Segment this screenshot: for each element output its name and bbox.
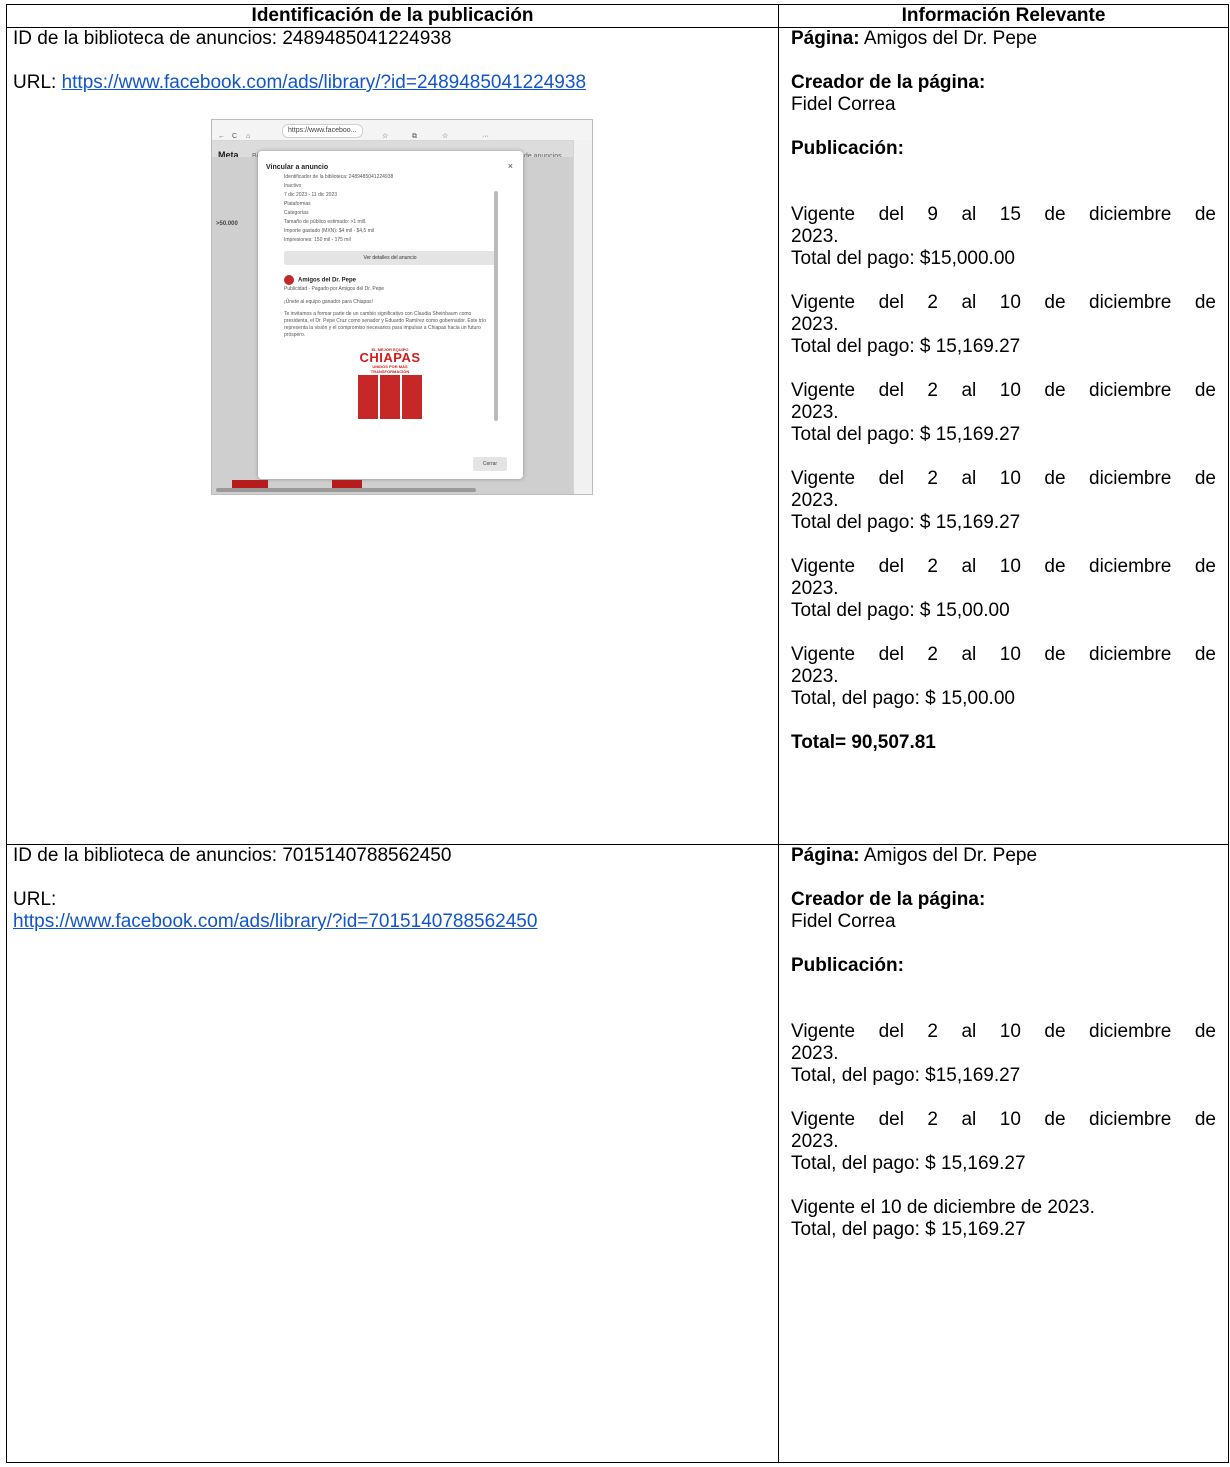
bg-count: >50.000 (216, 221, 238, 227)
url-label: URL: (13, 889, 57, 910)
creador-value: Fidel Correa (791, 94, 896, 115)
pagina-line: Página: Amigos del Dr. Pepe (791, 28, 1216, 50)
ad-library-link[interactable]: https://www.facebook.com/ads/library/?id… (13, 911, 537, 932)
platforms: Plataformas (284, 201, 311, 207)
pagina-label: Página: (791, 28, 860, 49)
poster-sub: UNIDOS POR MÁS TRANSFORMACIÓN (370, 364, 410, 375)
identification-cell: ID de la biblioteca de anuncios: 7015140… (6, 844, 779, 1463)
ad-header: Amigos del Dr. Pepe (284, 275, 496, 285)
info-cell: Página: Amigos del Dr. Pepe Creador de l… (778, 844, 1229, 1463)
entry-total: Total del pago: $ 15,00.00 (791, 600, 1010, 621)
library-id: ID de la biblioteca de anuncios: 2489485… (13, 28, 452, 49)
dates: 7 dic 2023 - 11 dic 2023 (284, 192, 338, 198)
entry-total: Total del pago: $ 15,169.27 (791, 336, 1021, 357)
entry-total: Total, del pago: $ 15,00.00 (791, 688, 1015, 709)
modal-scrollbar (494, 191, 498, 421)
info-cell: Página: Amigos del Dr. Pepe Creador de l… (778, 27, 1229, 845)
bg-red-block (232, 480, 268, 488)
impressions: Impresiones: 150 mil - 175 mil (284, 237, 351, 243)
entry-year: 2023. (791, 578, 839, 599)
browser-sidebar (573, 140, 592, 494)
close-icon: × (507, 161, 513, 171)
entry-year: 2023. (791, 490, 839, 511)
entry-vigente: Vigente del 2 al 10 de diciembre de (791, 644, 1216, 665)
table-row: ID de la biblioteca de anuncios: 2489485… (6, 27, 1229, 845)
creador-label: Creador de la página: (791, 889, 986, 910)
document-table: Identificación de la publicación Informa… (6, 4, 1229, 1463)
spent: Importe gastado (MXN): $4 mil - $4,5 mil (284, 228, 375, 234)
modal-content: Identificador de la biblioteca: 24894850… (284, 173, 496, 443)
entry-vigente: Vigente del 2 al 10 de diciembre de (791, 1021, 1216, 1042)
status: Inactivo (284, 183, 302, 189)
entry-year: 2023. (791, 1043, 839, 1064)
header-informacion: Información Relevante (778, 4, 1229, 28)
entry-year: 2023. (791, 226, 839, 247)
publicacion-label: Publicación: (791, 138, 904, 159)
audience: Tamaño de público estimado: >1 mill. (284, 219, 367, 225)
campaign-poster: EL MEJOR EQUIPO CHIAPAS UNIDOS POR MÁS T… (356, 347, 424, 420)
entry-vigente: Vigente el 10 de diciembre de 2023. (791, 1197, 1095, 1218)
grand-total: Total= 90,507.81 (791, 732, 936, 753)
entry-year: 2023. (791, 666, 839, 687)
url-label: URL: (13, 72, 57, 93)
pagina-value: Amigos del Dr. Pepe (863, 845, 1038, 866)
entry-total: Total del pago: $ 15,169.27 (791, 512, 1021, 533)
url-bar: https://www.faceboo... (282, 124, 363, 138)
entry-vigente: Vigente del 2 al 10 de diciembre de (791, 292, 1216, 313)
pagina-label: Página: (791, 845, 860, 866)
categories: Categorías (284, 210, 309, 216)
header-row: Identificación de la publicación Informa… (6, 4, 1229, 28)
entry-vigente: Vigente del 2 al 10 de diciembre de (791, 468, 1216, 489)
entry-total: Total del pago: $ 15,169.27 (791, 424, 1021, 445)
creador-value: Fidel Correa (791, 911, 896, 932)
details-button: Ver detalles del anuncio (284, 251, 496, 265)
bg-red-block (332, 480, 362, 488)
entry-total: Total, del pago: $ 15,169.27 (791, 1219, 1026, 1240)
table-row: ID de la biblioteca de anuncios: 7015140… (6, 844, 1229, 1463)
poster-title: CHIAPAS (359, 350, 421, 366)
browser-toolbar: ← C ⌂ https://www.faceboo... ☆ ⧉ ☆ ··· (212, 120, 592, 141)
url-line: URL: https://www.facebook.com/ads/librar… (13, 72, 772, 94)
horizontal-scrollbar (216, 488, 476, 492)
library-id: ID de la biblioteca de anuncios: 7015140… (13, 845, 452, 866)
ad-library-link[interactable]: https://www.facebook.com/ads/library/?id… (62, 72, 586, 93)
ad-page-name: Amigos del Dr. Pepe (298, 277, 357, 284)
entry-year: 2023. (791, 314, 839, 335)
ad-sub: Publicidad · Pagado por Amigos del Dr. P… (284, 286, 385, 293)
entry-total: Total, del pago: $ 15,169.27 (791, 1153, 1026, 1174)
ad-body: Te invitamos a formar parte de un cambio… (284, 311, 487, 339)
close-button: Cerrar (473, 457, 507, 471)
entry-vigente: Vigente del 2 al 10 de diciembre de (791, 1109, 1216, 1130)
header-identificacion: Identificación de la publicación (6, 4, 779, 28)
entry-vigente: Vigente del 2 al 10 de diciembre de (791, 380, 1216, 401)
identification-cell: ID de la biblioteca de anuncios: 2489485… (6, 27, 779, 845)
avatar (284, 275, 294, 285)
entry-vigente: Vigente del 9 al 15 de diciembre de (791, 204, 1216, 225)
candidates-image (358, 375, 422, 420)
entry-total: Total del pago: $15,000.00 (791, 248, 1015, 269)
entry-vigente: Vigente del 2 al 10 de diciembre de (791, 556, 1216, 577)
entry-total: Total, del pago: $15,169.27 (791, 1065, 1021, 1086)
ad-screenshot: ← C ⌂ https://www.faceboo... ☆ ⧉ ☆ ··· M… (211, 119, 593, 495)
entry-year: 2023. (791, 1131, 839, 1152)
pagina-value: Amigos del Dr. Pepe (863, 28, 1038, 49)
ad-question: ¡Únete al equipo ganador para Chiapas! (284, 299, 373, 306)
entry-year: 2023. (791, 402, 839, 423)
pagina-line: Página: Amigos del Dr. Pepe (791, 845, 1216, 867)
creador-label: Creador de la página: (791, 72, 986, 93)
link-modal: Vincular a anuncio × Identificador de la… (258, 151, 523, 479)
publicacion-label: Publicación: (791, 955, 904, 976)
lib-id: Identificador de la biblioteca: 24894850… (284, 174, 394, 180)
